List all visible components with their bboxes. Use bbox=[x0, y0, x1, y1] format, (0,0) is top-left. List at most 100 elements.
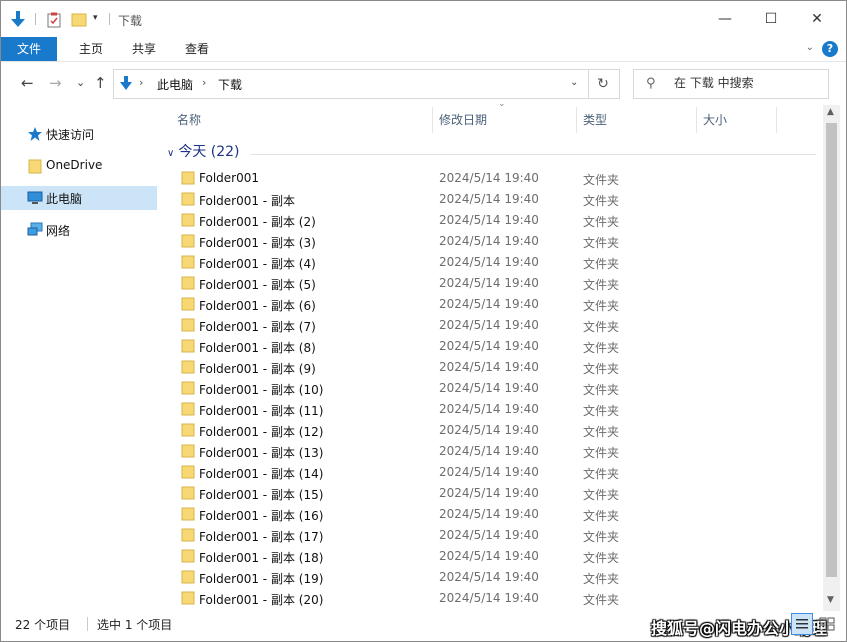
properties-icon[interactable] bbox=[47, 12, 61, 28]
folder-icon bbox=[181, 339, 195, 353]
large-icons-view-icon[interactable] bbox=[817, 614, 837, 634]
folder-icon bbox=[181, 549, 195, 563]
folder-icon bbox=[181, 213, 195, 227]
file-row[interactable]: Folder001 - 副本 (19) 2024/5/14 19:40 文件夹 bbox=[159, 567, 823, 588]
column-header-type[interactable]: 类型 bbox=[583, 105, 695, 133]
window-title: 下载 bbox=[118, 14, 143, 28]
file-type: 文件夹 bbox=[583, 425, 620, 439]
up-button[interactable]: ↑ bbox=[94, 74, 107, 92]
file-row[interactable]: Folder001 - 副本 (6) 2024/5/14 19:40 文件夹 bbox=[159, 294, 823, 315]
column-header-size[interactable]: 大小 bbox=[703, 105, 775, 133]
sidebar-item-onedrive[interactable]: OneDrive bbox=[1, 154, 157, 178]
tab-share[interactable]: 共享 bbox=[121, 37, 167, 61]
breadcrumb-this-pc[interactable]: 此电脑 bbox=[157, 76, 193, 93]
group-collapse-icon[interactable]: ∨ bbox=[167, 148, 174, 159]
ribbon-expand-icon[interactable]: ⌄ bbox=[806, 42, 814, 53]
new-folder-icon[interactable] bbox=[71, 13, 87, 27]
folder-icon bbox=[181, 276, 195, 290]
sidebar-item-this-pc[interactable]: 此电脑 bbox=[1, 186, 157, 210]
forward-button[interactable]: → bbox=[49, 74, 62, 92]
file-date: 2024/5/14 19:40 bbox=[439, 549, 539, 563]
download-arrow-icon[interactable] bbox=[9, 10, 27, 28]
file-type: 文件夹 bbox=[583, 278, 620, 292]
sidebar-item-label: 此电脑 bbox=[46, 192, 83, 206]
column-divider[interactable] bbox=[696, 107, 697, 133]
help-icon[interactable]: ? bbox=[822, 41, 838, 57]
folder-icon bbox=[181, 444, 195, 458]
address-bar[interactable]: › 此电脑 › 下载 ⌄ bbox=[113, 69, 589, 99]
folder-icon bbox=[181, 360, 195, 374]
recent-locations-button[interactable]: ⌄ bbox=[76, 76, 85, 89]
column-divider[interactable] bbox=[776, 107, 777, 133]
file-row[interactable]: Folder001 - 副本 (10) 2024/5/14 19:40 文件夹 bbox=[159, 378, 823, 399]
file-name: Folder001 - 副本 (5) bbox=[199, 278, 316, 292]
address-dropdown-icon[interactable]: ⌄ bbox=[570, 77, 578, 88]
tab-home[interactable]: 主页 bbox=[69, 37, 113, 61]
item-count: 22 个项目 bbox=[15, 618, 71, 632]
breadcrumb-separator[interactable]: › bbox=[202, 76, 206, 89]
file-row[interactable]: Folder001 - 副本 (14) 2024/5/14 19:40 文件夹 bbox=[159, 462, 823, 483]
scroll-down-arrow-icon[interactable]: ▼ bbox=[827, 595, 834, 605]
close-button[interactable]: ✕ bbox=[794, 1, 840, 37]
minimize-button[interactable]: — bbox=[702, 1, 748, 37]
file-row[interactable]: Folder001 - 副本 (5) 2024/5/14 19:40 文件夹 bbox=[159, 273, 823, 294]
status-bar: 22 个项目 选中 1 个项目 搜狐号@闪电办公小助理 bbox=[1, 611, 846, 641]
column-divider[interactable] bbox=[432, 107, 433, 133]
customize-dropdown-icon[interactable]: ▾ bbox=[93, 13, 98, 23]
file-row[interactable]: Folder001 - 副本 (16) 2024/5/14 19:40 文件夹 bbox=[159, 504, 823, 525]
file-row[interactable]: Folder001 - 副本 (11) 2024/5/14 19:40 文件夹 bbox=[159, 399, 823, 420]
star-icon bbox=[28, 127, 42, 141]
column-divider[interactable] bbox=[576, 107, 577, 133]
tab-view[interactable]: 查看 bbox=[175, 37, 219, 61]
file-date: 2024/5/14 19:40 bbox=[439, 297, 539, 311]
search-box[interactable]: ⚲ bbox=[633, 69, 829, 99]
file-row[interactable]: Folder001 - 副本 (8) 2024/5/14 19:40 文件夹 bbox=[159, 336, 823, 357]
file-row[interactable]: Folder001 2024/5/14 19:40 文件夹 bbox=[159, 168, 823, 189]
search-input[interactable] bbox=[672, 75, 826, 91]
folder-icon bbox=[181, 570, 195, 584]
file-type: 文件夹 bbox=[583, 572, 620, 586]
file-type: 文件夹 bbox=[583, 404, 620, 418]
scroll-up-arrow-icon[interactable]: ▲ bbox=[827, 107, 834, 117]
details-view-icon[interactable] bbox=[791, 613, 813, 635]
file-row[interactable]: Folder001 - 副本 (2) 2024/5/14 19:40 文件夹 bbox=[159, 210, 823, 231]
file-row[interactable]: Folder001 - 副本 (15) 2024/5/14 19:40 文件夹 bbox=[159, 483, 823, 504]
file-type: 文件夹 bbox=[583, 488, 620, 502]
title-bar: ▾ 下载 — ☐ ✕ bbox=[1, 1, 846, 37]
breadcrumb-downloads[interactable]: 下载 bbox=[218, 76, 242, 93]
scrollbar-thumb[interactable] bbox=[826, 123, 837, 577]
vertical-scrollbar[interactable]: ▲ ▼ bbox=[823, 105, 840, 611]
column-header-date[interactable]: 修改日期 bbox=[439, 105, 575, 133]
file-name: Folder001 - 副本 (4) bbox=[199, 257, 316, 271]
file-type: 文件夹 bbox=[583, 320, 620, 334]
maximize-button[interactable]: ☐ bbox=[748, 1, 794, 37]
file-row[interactable]: Folder001 - 副本 (13) 2024/5/14 19:40 文件夹 bbox=[159, 441, 823, 462]
file-row[interactable]: Folder001 - 副本 (9) 2024/5/14 19:40 文件夹 bbox=[159, 357, 823, 378]
sidebar-item-quick-access[interactable]: 快速访问 bbox=[1, 122, 157, 146]
back-button[interactable]: ← bbox=[21, 74, 34, 92]
folder-icon bbox=[181, 381, 195, 395]
sidebar-item-network[interactable]: 网络 bbox=[1, 218, 157, 242]
file-row[interactable]: Folder001 - 副本 (12) 2024/5/14 19:40 文件夹 bbox=[159, 420, 823, 441]
toolbar-separator bbox=[109, 13, 110, 25]
file-explorer-window: ▾ 下载 — ☐ ✕ 文件 主页 共享 查看 ⌄ ? ← → ⌄ ↑ › 此电脑… bbox=[0, 0, 847, 642]
file-type: 文件夹 bbox=[583, 362, 620, 376]
file-name: Folder001 - 副本 (17) bbox=[199, 530, 324, 544]
file-row[interactable]: Folder001 - 副本 (7) 2024/5/14 19:40 文件夹 bbox=[159, 315, 823, 336]
column-header-name[interactable]: 名称 bbox=[177, 105, 431, 133]
file-row[interactable]: Folder001 - 副本 2024/5/14 19:40 文件夹 bbox=[159, 189, 823, 210]
refresh-button[interactable]: ↻ bbox=[587, 69, 620, 99]
file-type: 文件夹 bbox=[583, 467, 620, 481]
tab-file[interactable]: 文件 bbox=[1, 37, 57, 61]
file-type: 文件夹 bbox=[583, 509, 620, 523]
file-row[interactable]: Folder001 - 副本 (3) 2024/5/14 19:40 文件夹 bbox=[159, 231, 823, 252]
file-date: 2024/5/14 19:40 bbox=[439, 318, 539, 332]
file-name: Folder001 - 副本 (11) bbox=[199, 404, 324, 418]
file-row[interactable]: Folder001 - 副本 (4) 2024/5/14 19:40 文件夹 bbox=[159, 252, 823, 273]
breadcrumb-separator[interactable]: › bbox=[139, 76, 143, 89]
computer-icon bbox=[27, 191, 43, 204]
group-header-today[interactable]: ∨ 今天 (22) bbox=[167, 141, 240, 165]
file-row[interactable]: Folder001 - 副本 (20) 2024/5/14 19:40 文件夹 bbox=[159, 588, 823, 609]
file-row[interactable]: Folder001 - 副本 (18) 2024/5/14 19:40 文件夹 bbox=[159, 546, 823, 567]
file-row[interactable]: Folder001 - 副本 (17) 2024/5/14 19:40 文件夹 bbox=[159, 525, 823, 546]
